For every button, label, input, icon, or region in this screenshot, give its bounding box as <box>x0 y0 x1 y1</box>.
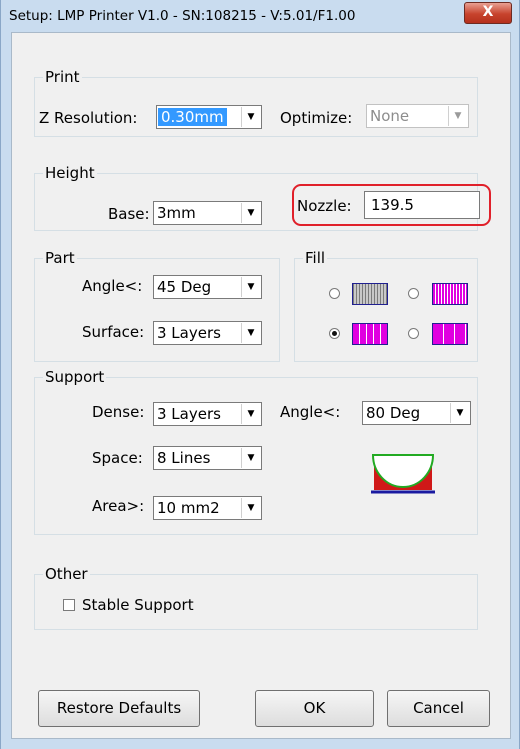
area-label: Area>: <box>92 497 145 515</box>
fill-group: Fill <box>294 249 478 362</box>
restore-defaults-button[interactable]: Restore Defaults <box>38 690 200 727</box>
dense-label: Dense: <box>92 403 145 421</box>
space-select[interactable]: 8 Lines ▼ <box>153 446 262 470</box>
fill-radio-3[interactable] <box>329 328 340 339</box>
part-group: Part <box>34 249 280 362</box>
stable-support-label[interactable]: Stable Support <box>82 596 194 614</box>
title-bar[interactable]: Setup: LMP Printer V1.0 - SN:108215 - V:… <box>1 0 519 32</box>
chevron-down-icon: ▼ <box>448 106 467 126</box>
area-value: 10 mm2 <box>157 499 220 517</box>
base-label: Base: <box>108 205 150 223</box>
surface-value: 3 Layers <box>157 324 221 342</box>
part-legend: Part <box>43 249 77 267</box>
restore-defaults-label: Restore Defaults <box>56 699 182 717</box>
nozzle-field[interactable]: 139.5 <box>364 191 480 219</box>
space-value: 8 Lines <box>157 449 211 467</box>
support-angle-value: 80 Deg <box>366 404 421 422</box>
chevron-down-icon: ▼ <box>241 404 260 424</box>
surface-select[interactable]: 3 Layers ▼ <box>153 321 262 345</box>
chevron-down-icon: ▼ <box>241 448 260 468</box>
optimize-label: Optimize: <box>280 109 353 127</box>
other-legend: Other <box>43 565 90 583</box>
fill-radio-2[interactable] <box>408 288 419 299</box>
dialog-client: Print Z Resolution: 0.30mm ▼ Optimize: N… <box>11 32 511 739</box>
nozzle-label: Nozzle: <box>297 197 352 215</box>
support-preview-icon <box>371 453 435 494</box>
optimize-select[interactable]: None ▼ <box>366 104 469 128</box>
z-resolution-value: 0.30mm <box>158 108 227 126</box>
chevron-down-icon: ▼ <box>241 107 260 127</box>
chevron-down-icon: ▼ <box>450 403 469 423</box>
fill-pattern-gray-icon[interactable] <box>352 283 388 305</box>
part-angle-select[interactable]: 45 Deg ▼ <box>153 275 262 299</box>
area-select[interactable]: 10 mm2 ▼ <box>153 496 262 520</box>
window-title: Setup: LMP Printer V1.0 - SN:108215 - V:… <box>9 8 356 24</box>
print-legend: Print <box>43 68 82 86</box>
chevron-down-icon: ▼ <box>241 277 260 297</box>
surface-label: Surface: <box>82 323 145 341</box>
nozzle-value: 139.5 <box>371 196 414 214</box>
chevron-down-icon: ▼ <box>241 498 260 518</box>
support-angle-label: Angle<: <box>280 403 341 421</box>
fill-pattern-medium-icon[interactable] <box>352 323 388 345</box>
stable-support-checkbox[interactable] <box>63 599 75 611</box>
setup-window: Setup: LMP Printer V1.0 - SN:108215 - V:… <box>0 0 520 749</box>
space-label: Space: <box>92 449 143 467</box>
close-button[interactable]: X <box>464 2 512 24</box>
fill-radio-4[interactable] <box>408 328 419 339</box>
ok-label: OK <box>303 699 326 717</box>
ok-button[interactable]: OK <box>255 690 374 727</box>
optimize-value: None <box>370 107 410 125</box>
chevron-down-icon: ▼ <box>241 203 260 223</box>
fill-pattern-sparse-icon[interactable] <box>432 323 468 345</box>
cancel-label: Cancel <box>413 699 464 717</box>
part-angle-value: 45 Deg <box>157 278 212 296</box>
dense-select[interactable]: 3 Layers ▼ <box>153 402 262 426</box>
base-value: 3mm <box>157 204 196 222</box>
fill-radio-1[interactable] <box>329 288 340 299</box>
cancel-button[interactable]: Cancel <box>387 690 490 727</box>
base-select[interactable]: 3mm ▼ <box>153 201 262 225</box>
support-angle-select[interactable]: 80 Deg ▼ <box>362 401 471 425</box>
close-icon: X <box>482 4 494 20</box>
z-resolution-label: Z Resolution: <box>39 109 138 127</box>
fill-pattern-dense-icon[interactable] <box>432 283 468 305</box>
z-resolution-select[interactable]: 0.30mm ▼ <box>156 105 262 129</box>
chevron-down-icon: ▼ <box>241 323 260 343</box>
dense-value: 3 Layers <box>157 405 221 423</box>
fill-legend: Fill <box>303 249 328 267</box>
support-legend: Support <box>43 368 107 386</box>
height-legend: Height <box>43 164 97 182</box>
part-angle-label: Angle<: <box>82 277 143 295</box>
